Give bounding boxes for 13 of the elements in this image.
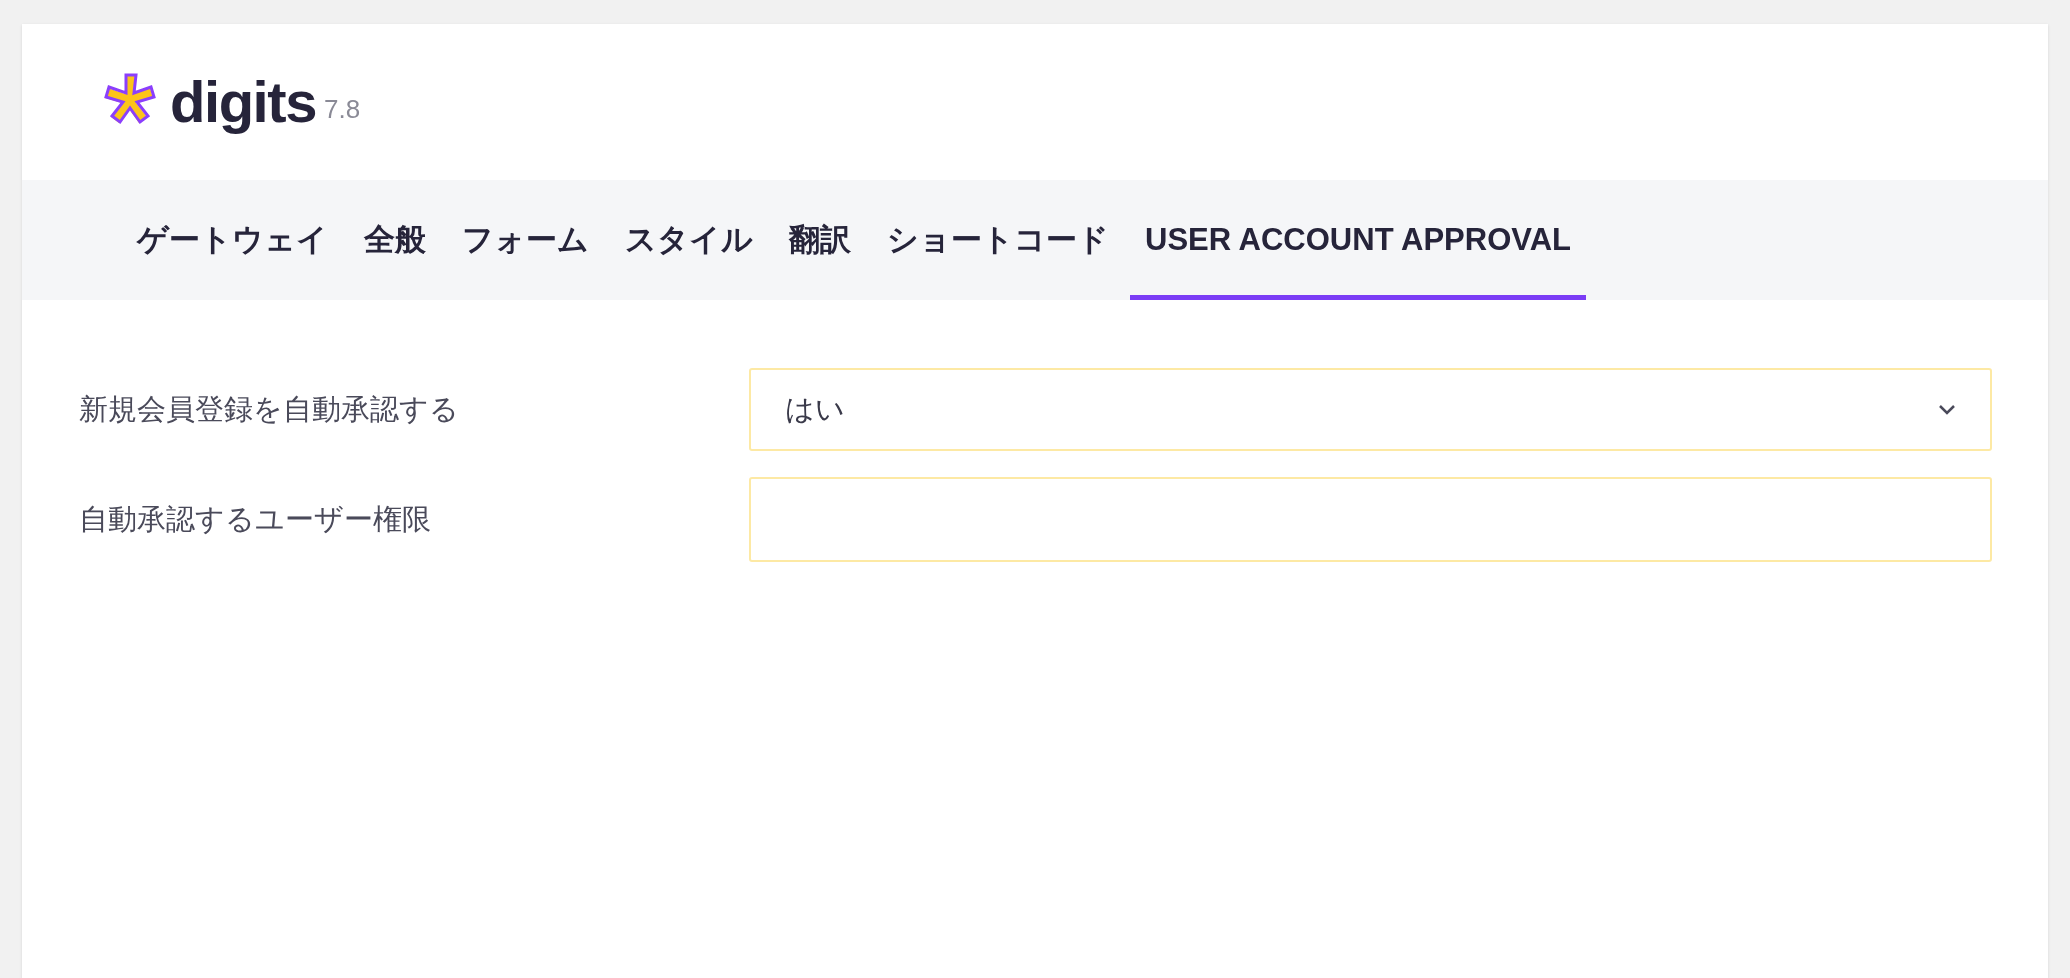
field-label: 新規会員登録を自動承認する: [79, 391, 460, 427]
settings-tab[interactable]: 翻訳: [774, 180, 866, 300]
settings-tab[interactable]: 全般: [349, 180, 441, 300]
settings-tab[interactable]: ショートコード: [872, 180, 1124, 300]
settings-tab[interactable]: USER ACCOUNT APPROVAL: [1130, 180, 1586, 300]
settings-tab[interactable]: ゲートウェイ: [122, 180, 343, 300]
settings-tab[interactable]: スタイル: [610, 180, 768, 300]
chevron-down-icon: [1938, 403, 1956, 416]
dropdown-select[interactable]: はい: [749, 368, 1992, 451]
input-field[interactable]: [749, 477, 1992, 562]
field-label: 自動承認するユーザー権限: [79, 501, 432, 537]
version-number: 7.8: [323, 92, 361, 126]
settings-tab[interactable]: フォーム: [447, 180, 604, 300]
